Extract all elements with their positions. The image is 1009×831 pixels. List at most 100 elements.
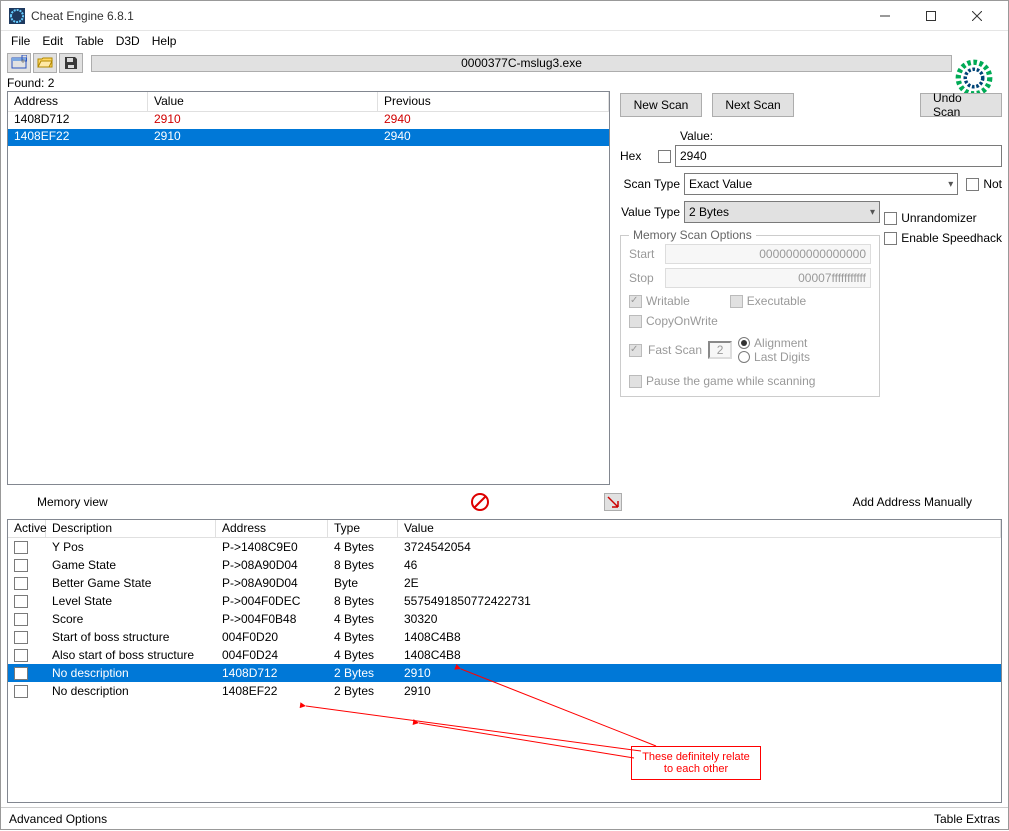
active-checkbox[interactable] (14, 613, 28, 626)
cheat-table-header: Active Description Address Type Value (8, 520, 1001, 538)
stop-input: 00007fffffffffff (665, 268, 871, 288)
speedhack-checkbox[interactable] (884, 232, 897, 245)
results-table[interactable]: Address Value Previous 1408D712291029401… (7, 91, 610, 485)
alignment-label: Alignment (754, 336, 807, 350)
lastdigits-radio (738, 351, 750, 363)
forbidden-icon (470, 492, 490, 512)
writable-checkbox (629, 295, 642, 308)
fastscan-checkbox (629, 344, 642, 357)
found-count: Found: 2 (1, 75, 1008, 91)
writable-label: Writable (646, 294, 690, 308)
table-row[interactable]: No description1408D7122 Bytes2910 (8, 664, 1001, 682)
window-titlebar: Cheat Engine 6.8.1 (1, 1, 1008, 31)
scan-panel: New Scan Next Scan Undo Scan Value: Hex … (620, 91, 1002, 485)
open-process-button[interactable] (7, 53, 31, 73)
table-row[interactable]: Level StateP->004F0DEC8 Bytes55754918507… (8, 592, 1001, 610)
active-checkbox[interactable] (14, 559, 28, 572)
table-row[interactable]: Also start of boss structure004F0D244 By… (8, 646, 1001, 664)
active-checkbox[interactable] (14, 577, 28, 590)
pause-label: Pause the game while scanning (646, 374, 815, 388)
header-active[interactable]: Active (8, 520, 46, 537)
next-scan-button[interactable]: Next Scan (712, 93, 794, 117)
add-to-list-button[interactable] (604, 493, 622, 511)
add-address-manually-button[interactable]: Add Address Manually (823, 491, 1002, 513)
save-button[interactable] (59, 53, 83, 73)
window-title: Cheat Engine 6.8.1 (31, 9, 862, 23)
unrandomizer-label: Unrandomizer (901, 211, 976, 225)
table-row[interactable]: Y PosP->1408C9E04 Bytes3724542054 (8, 538, 1001, 556)
header-addr[interactable]: Address (216, 520, 328, 537)
cow-label: CopyOnWrite (646, 314, 718, 328)
result-row[interactable]: 1408D71229102940 (8, 112, 609, 129)
chevron-down-icon: ▾ (948, 179, 953, 190)
fastscan-label: Fast Scan (648, 343, 702, 357)
pause-checkbox (629, 375, 642, 388)
unrandomizer-checkbox[interactable] (884, 212, 897, 225)
not-checkbox[interactable] (966, 178, 979, 191)
value-label: Value: (680, 129, 1002, 143)
value-type-value: 2 Bytes (689, 205, 729, 219)
result-row[interactable]: 1408EF2229102940 (8, 129, 609, 146)
minimize-button[interactable] (862, 1, 908, 31)
header-value[interactable]: Value (398, 520, 1001, 537)
scan-type-value: Exact Value (689, 177, 752, 191)
header-desc[interactable]: Description (46, 520, 216, 537)
cow-checkbox (629, 315, 642, 328)
active-checkbox[interactable] (14, 667, 28, 680)
table-row[interactable]: Better Game StateP->08A90D04Byte2E (8, 574, 1001, 592)
scan-type-select[interactable]: Exact Value ▾ (684, 173, 958, 195)
new-scan-button[interactable]: New Scan (620, 93, 702, 117)
process-name[interactable]: 0000377C-mslug3.exe (91, 55, 952, 72)
menu-bar: File Edit Table D3D Help (1, 31, 1008, 51)
table-row[interactable]: No description1408EF222 Bytes2910 (8, 682, 1001, 700)
memopt-legend: Memory Scan Options (629, 228, 756, 242)
scan-value-input[interactable] (675, 145, 1002, 167)
close-button[interactable] (954, 1, 1000, 31)
menu-table[interactable]: Table (75, 34, 104, 48)
results-header: Address Value Previous (8, 92, 609, 112)
app-icon (9, 8, 25, 24)
table-row[interactable]: ScoreP->004F0B484 Bytes30320 (8, 610, 1001, 628)
open-file-button[interactable] (33, 53, 57, 73)
hex-label: Hex (620, 149, 650, 163)
table-extras[interactable]: Table Extras (934, 812, 1000, 826)
table-row[interactable]: Start of boss structure004F0D204 Bytes14… (8, 628, 1001, 646)
header-type[interactable]: Type (328, 520, 398, 537)
executable-label: Executable (747, 294, 806, 308)
alignment-radio (738, 337, 750, 349)
hex-checkbox[interactable] (658, 150, 671, 163)
annotation-box: These definitely relate to each other (631, 746, 761, 780)
table-row[interactable]: Game StateP->08A90D048 Bytes46 (8, 556, 1001, 574)
header-address[interactable]: Address (8, 92, 148, 111)
menu-file[interactable]: File (11, 34, 30, 48)
cheat-table[interactable]: Active Description Address Type Value Y … (7, 519, 1002, 803)
start-label: Start (629, 247, 665, 261)
value-type-select[interactable]: 2 Bytes ▾ (684, 201, 880, 223)
lastdigits-label: Last Digits (754, 350, 810, 364)
speedhack-label: Enable Speedhack (901, 231, 1002, 245)
not-label: Not (983, 177, 1002, 191)
start-input: 0000000000000000 (665, 244, 871, 264)
menu-edit[interactable]: Edit (42, 34, 63, 48)
header-value[interactable]: Value (148, 92, 378, 111)
active-checkbox[interactable] (14, 595, 28, 608)
status-bar: Advanced Options Table Extras (1, 807, 1008, 829)
toolbar: 0000377C-mslug3.exe (1, 51, 1008, 75)
value-type-label: Value Type (620, 205, 680, 219)
stop-label: Stop (629, 271, 665, 285)
header-previous[interactable]: Previous (378, 92, 609, 111)
menu-help[interactable]: Help (152, 34, 177, 48)
fastscan-value (708, 341, 732, 359)
chevron-down-icon: ▾ (870, 207, 875, 218)
active-checkbox[interactable] (14, 649, 28, 662)
memory-view-button[interactable]: Memory view (7, 491, 138, 513)
maximize-button[interactable] (908, 1, 954, 31)
advanced-options[interactable]: Advanced Options (9, 812, 107, 826)
active-checkbox[interactable] (14, 631, 28, 644)
scan-type-label: Scan Type (620, 177, 680, 191)
active-checkbox[interactable] (14, 685, 28, 698)
undo-scan-button[interactable]: Undo Scan (920, 93, 1002, 117)
active-checkbox[interactable] (14, 541, 28, 554)
executable-checkbox (730, 295, 743, 308)
menu-d3d[interactable]: D3D (116, 34, 140, 48)
